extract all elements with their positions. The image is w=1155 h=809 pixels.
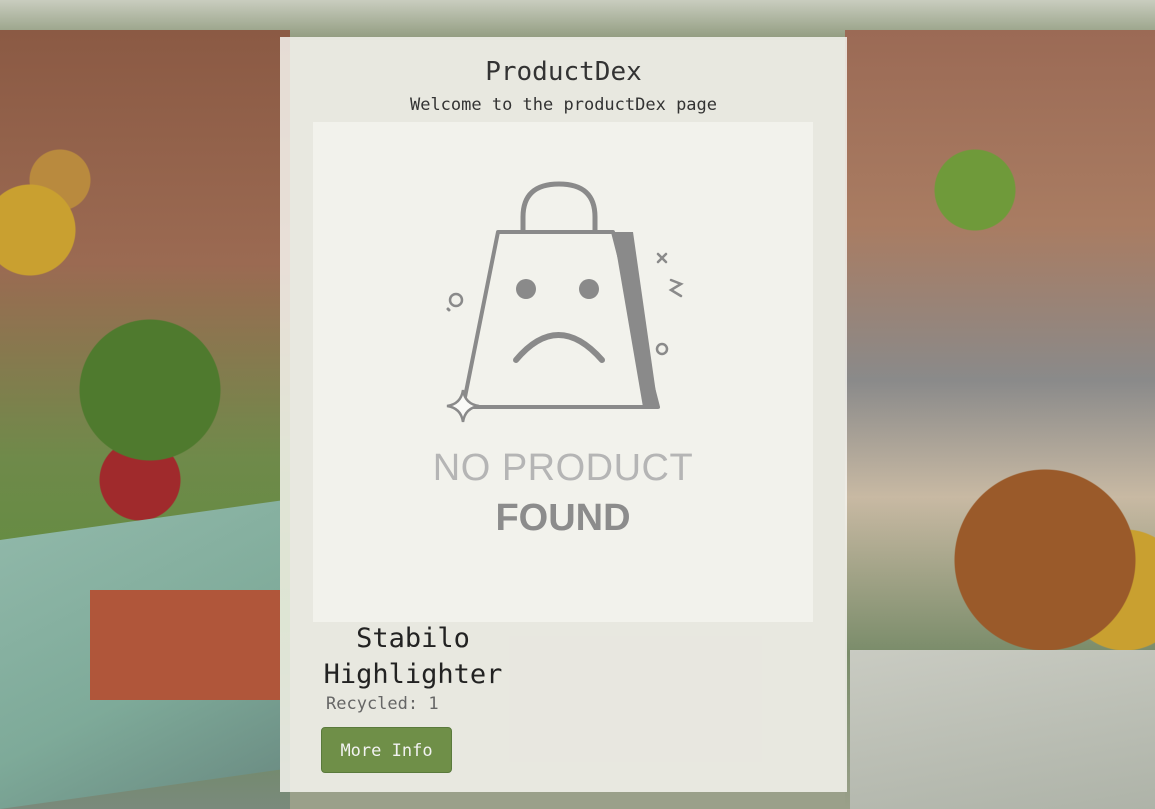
page-subtitle: Welcome to the productDex page xyxy=(409,95,718,115)
product-name: Stabilo Highlighter xyxy=(323,623,503,690)
more-info-button[interactable]: More Info xyxy=(321,727,452,773)
background-roof-right xyxy=(850,650,1155,809)
found-text: FOUND xyxy=(495,497,631,539)
recycled-count: Recycled: 1 xyxy=(326,694,439,714)
page-title: ProductDex xyxy=(485,57,642,87)
sad-shopping-bag-icon xyxy=(446,181,684,423)
product-image: NO PRODUCT FOUND xyxy=(313,122,813,622)
no-product-text: NO PRODUCT xyxy=(432,447,694,489)
background-building xyxy=(90,590,280,700)
product-card: ProductDex Welcome to the productDex pag… xyxy=(280,37,847,792)
